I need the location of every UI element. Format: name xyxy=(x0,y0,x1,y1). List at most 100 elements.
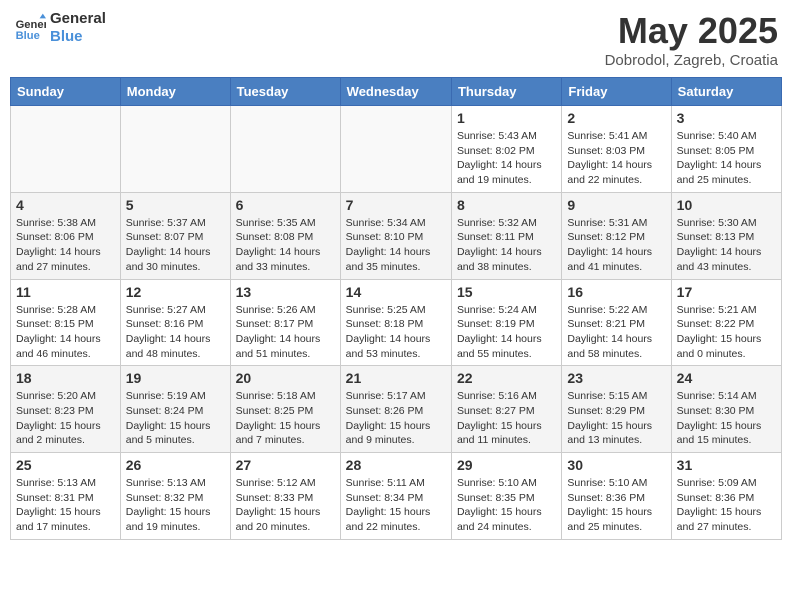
weekday-header-monday: Monday xyxy=(120,78,230,106)
day-info: Sunrise: 5:26 AM Sunset: 8:17 PM Dayligh… xyxy=(236,303,335,362)
weekday-header-saturday: Saturday xyxy=(671,78,781,106)
weekday-header-friday: Friday xyxy=(562,78,671,106)
calendar-cell: 21 Sunrise: 5:17 AM Sunset: 8:26 PM Dayli… xyxy=(340,366,451,453)
calendar-table: SundayMondayTuesdayWednesdayThursdayFrid… xyxy=(10,77,782,540)
calendar-cell: 20Sunrise: 5:18 AM Sunset: 8:25 PM Dayli… xyxy=(230,366,340,453)
day-info: Sunrise: 5:38 AM Sunset: 8:06 PM Dayligh… xyxy=(16,216,115,275)
weekday-header-tuesday: Tuesday xyxy=(230,78,340,106)
day-info: Sunrise: 5:21 AM Sunset: 8:22 PM Dayligh… xyxy=(677,303,776,362)
calendar-week-4: 18 Sunrise: 5:20 AM Sunset: 8:23 PM Dayli… xyxy=(11,366,782,453)
calendar-week-5: 25Sunrise: 5:13 AM Sunset: 8:31 PM Dayli… xyxy=(11,453,782,540)
day-info: Sunrise: 5:41 AM Sunset: 8:03 PM Dayligh… xyxy=(567,129,665,188)
calendar-cell: 19Sunrise: 5:19 AM Sunset: 8:24 PM Dayli… xyxy=(120,366,230,453)
logo: General Blue General Blue xyxy=(14,10,106,46)
day-info: Sunrise: 5:30 AM Sunset: 8:13 PM Dayligh… xyxy=(677,216,776,275)
day-info: Sunrise: 5:14 AM Sunset: 8:30 PM Dayligh… xyxy=(677,389,776,448)
day-info: Sunrise: 5:15 AM Sunset: 8:29 PM Dayligh… xyxy=(567,389,665,448)
page-header: General Blue General Blue May 2025 Dobro… xyxy=(10,10,782,69)
day-number: 12 xyxy=(126,284,225,300)
day-info: Sunrise: 5:24 AM Sunset: 8:19 PM Dayligh… xyxy=(457,303,556,362)
day-number: 22 xyxy=(457,370,556,386)
day-number: 26 xyxy=(126,457,225,473)
logo-name-general: General xyxy=(50,10,106,28)
day-number: 24 xyxy=(677,370,776,386)
day-number: 27 xyxy=(236,457,335,473)
logo-name-blue: Blue xyxy=(50,28,106,46)
logo-icon: General Blue xyxy=(14,12,46,44)
day-number: 21 xyxy=(346,370,446,386)
weekday-header-thursday: Thursday xyxy=(451,78,561,106)
day-info: Sunrise: 5:10 AM Sunset: 8:36 PM Dayligh… xyxy=(567,476,665,535)
day-info: Sunrise: 5:16 AM Sunset: 8:27 PM Dayligh… xyxy=(457,389,556,448)
day-number: 30 xyxy=(567,457,665,473)
day-number: 9 xyxy=(567,197,665,213)
day-info: Sunrise: 5:31 AM Sunset: 8:12 PM Dayligh… xyxy=(567,216,665,275)
calendar-cell: 23 Sunrise: 5:15 AM Sunset: 8:29 PM Dayli… xyxy=(562,366,671,453)
day-info: Sunrise: 5:09 AM Sunset: 8:36 PM Dayligh… xyxy=(677,476,776,535)
day-info: Sunrise: 5:40 AM Sunset: 8:05 PM Dayligh… xyxy=(677,129,776,188)
calendar-cell xyxy=(11,106,121,193)
day-info: Sunrise: 5:27 AM Sunset: 8:16 PM Dayligh… xyxy=(126,303,225,362)
day-info: Sunrise: 5:17 AM Sunset: 8:26 PM Dayligh… xyxy=(346,389,446,448)
calendar-cell: 1 Sunrise: 5:43 AM Sunset: 8:02 PM Daylig… xyxy=(451,106,561,193)
calendar-week-3: 11Sunrise: 5:28 AM Sunset: 8:15 PM Dayli… xyxy=(11,279,782,366)
day-number: 1 xyxy=(457,110,556,126)
day-number: 25 xyxy=(16,457,115,473)
day-number: 13 xyxy=(236,284,335,300)
day-number: 10 xyxy=(677,197,776,213)
calendar-cell: 11Sunrise: 5:28 AM Sunset: 8:15 PM Dayli… xyxy=(11,279,121,366)
calendar-cell: 26 Sunrise: 5:13 AM Sunset: 8:32 PM Dayli… xyxy=(120,453,230,540)
calendar-cell: 22 Sunrise: 5:16 AM Sunset: 8:27 PM Dayli… xyxy=(451,366,561,453)
svg-text:General: General xyxy=(16,19,46,31)
calendar-cell xyxy=(340,106,451,193)
calendar-cell: 12 Sunrise: 5:27 AM Sunset: 8:16 PM Dayli… xyxy=(120,279,230,366)
svg-text:Blue: Blue xyxy=(16,30,40,42)
day-number: 6 xyxy=(236,197,335,213)
day-info: Sunrise: 5:28 AM Sunset: 8:15 PM Dayligh… xyxy=(16,303,115,362)
day-info: Sunrise: 5:37 AM Sunset: 8:07 PM Dayligh… xyxy=(126,216,225,275)
day-number: 3 xyxy=(677,110,776,126)
day-number: 18 xyxy=(16,370,115,386)
calendar-cell: 4Sunrise: 5:38 AM Sunset: 8:06 PM Daylig… xyxy=(11,192,121,279)
calendar-cell: 10 Sunrise: 5:30 AM Sunset: 8:13 PM Dayli… xyxy=(671,192,781,279)
day-info: Sunrise: 5:19 AM Sunset: 8:24 PM Dayligh… xyxy=(126,389,225,448)
day-number: 16 xyxy=(567,284,665,300)
location-subtitle: Dobrodol, Zagreb, Croatia xyxy=(605,52,778,69)
day-info: Sunrise: 5:35 AM Sunset: 8:08 PM Dayligh… xyxy=(236,216,335,275)
day-info: Sunrise: 5:25 AM Sunset: 8:18 PM Dayligh… xyxy=(346,303,446,362)
calendar-cell: 6 Sunrise: 5:35 AM Sunset: 8:08 PM Daylig… xyxy=(230,192,340,279)
day-info: Sunrise: 5:13 AM Sunset: 8:32 PM Dayligh… xyxy=(126,476,225,535)
day-number: 29 xyxy=(457,457,556,473)
day-number: 28 xyxy=(346,457,446,473)
day-info: Sunrise: 5:43 AM Sunset: 8:02 PM Dayligh… xyxy=(457,129,556,188)
calendar-cell: 2 Sunrise: 5:41 AM Sunset: 8:03 PM Daylig… xyxy=(562,106,671,193)
calendar-cell: 17 Sunrise: 5:21 AM Sunset: 8:22 PM Dayli… xyxy=(671,279,781,366)
day-number: 15 xyxy=(457,284,556,300)
day-number: 14 xyxy=(346,284,446,300)
day-number: 2 xyxy=(567,110,665,126)
calendar-cell: 15 Sunrise: 5:24 AM Sunset: 8:19 PM Dayli… xyxy=(451,279,561,366)
day-number: 17 xyxy=(677,284,776,300)
day-number: 23 xyxy=(567,370,665,386)
day-info: Sunrise: 5:12 AM Sunset: 8:33 PM Dayligh… xyxy=(236,476,335,535)
weekday-header-wednesday: Wednesday xyxy=(340,78,451,106)
calendar-cell: 16 Sunrise: 5:22 AM Sunset: 8:21 PM Dayli… xyxy=(562,279,671,366)
month-year-title: May 2025 xyxy=(605,10,778,52)
calendar-cell: 3 Sunrise: 5:40 AM Sunset: 8:05 PM Daylig… xyxy=(671,106,781,193)
calendar-week-2: 4Sunrise: 5:38 AM Sunset: 8:06 PM Daylig… xyxy=(11,192,782,279)
calendar-cell: 18 Sunrise: 5:20 AM Sunset: 8:23 PM Dayli… xyxy=(11,366,121,453)
day-number: 31 xyxy=(677,457,776,473)
day-info: Sunrise: 5:10 AM Sunset: 8:35 PM Dayligh… xyxy=(457,476,556,535)
calendar-cell: 24 Sunrise: 5:14 AM Sunset: 8:30 PM Dayli… xyxy=(671,366,781,453)
calendar-cell: 27 Sunrise: 5:12 AM Sunset: 8:33 PM Dayli… xyxy=(230,453,340,540)
day-number: 20 xyxy=(236,370,335,386)
title-block: May 2025 Dobrodol, Zagreb, Croatia xyxy=(605,10,778,69)
day-info: Sunrise: 5:20 AM Sunset: 8:23 PM Dayligh… xyxy=(16,389,115,448)
day-info: Sunrise: 5:22 AM Sunset: 8:21 PM Dayligh… xyxy=(567,303,665,362)
day-info: Sunrise: 5:32 AM Sunset: 8:11 PM Dayligh… xyxy=(457,216,556,275)
calendar-cell xyxy=(120,106,230,193)
calendar-cell: 7Sunrise: 5:34 AM Sunset: 8:10 PM Daylig… xyxy=(340,192,451,279)
calendar-cell: 25Sunrise: 5:13 AM Sunset: 8:31 PM Dayli… xyxy=(11,453,121,540)
calendar-cell xyxy=(230,106,340,193)
calendar-cell: 5Sunrise: 5:37 AM Sunset: 8:07 PM Daylig… xyxy=(120,192,230,279)
